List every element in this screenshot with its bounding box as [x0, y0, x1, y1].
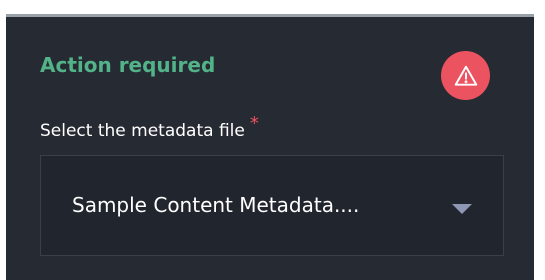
- metadata-file-label: Select the metadata file *: [40, 113, 259, 141]
- metadata-file-select[interactable]: Sample Content Metadata....: [40, 155, 504, 256]
- alert-triangle-icon: [441, 51, 490, 100]
- action-required-panel: Action required Select the metadata file…: [6, 14, 534, 280]
- metadata-file-selected-value: Sample Content Metadata....: [72, 193, 360, 217]
- metadata-file-label-text: Select the metadata file: [40, 121, 245, 141]
- caret-down-icon[interactable]: [452, 204, 472, 214]
- required-asterisk: *: [249, 113, 259, 134]
- panel-title: Action required: [40, 53, 216, 77]
- panel-top-divider: [6, 14, 534, 17]
